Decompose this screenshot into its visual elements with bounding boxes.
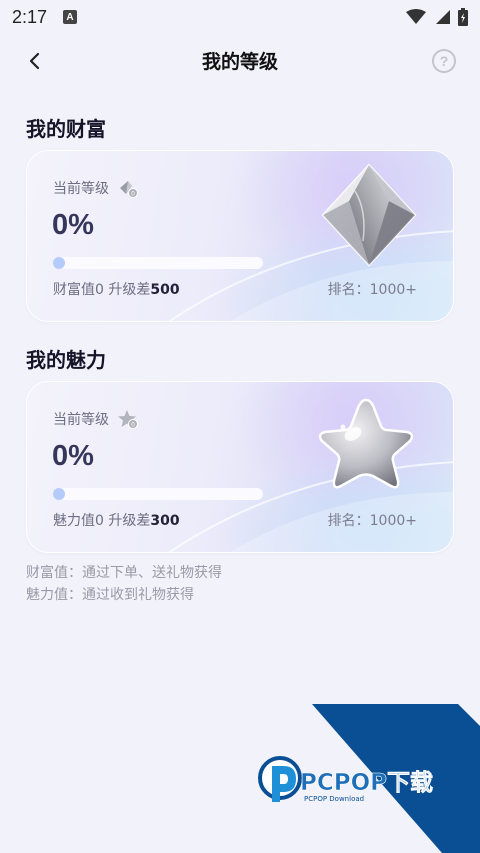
wealth-level-label-text: 当前等级 xyxy=(53,181,109,197)
wealth-diff-prefix: 财富值0 升级差 xyxy=(53,282,151,298)
charm-card: 当前等级 0 0% 魅力值0 升级差300 排名：1000+ xyxy=(26,381,454,553)
value-notes: 财富值：通过下单、送礼物获得 魅力值：通过收到礼物获得 xyxy=(26,562,222,606)
header: 我的等级 ? xyxy=(0,38,480,82)
watermark-sub: PCPOP Download xyxy=(304,795,364,803)
chevron-left-icon xyxy=(29,52,40,70)
charm-progress-bar xyxy=(53,488,263,500)
wealth-rank: 排名：1000+ xyxy=(327,282,417,298)
wealth-upgrade-diff: 财富值0 升级差500 xyxy=(53,279,180,299)
charm-level-badge-icon: 0 xyxy=(118,410,138,429)
charm-note: 魅力值：通过收到礼物获得 xyxy=(26,587,194,603)
charm-diff-prefix: 魅力值0 升级差 xyxy=(53,513,151,529)
pcpop-watermark: PCPOP下载 PCPOP Download xyxy=(258,704,480,853)
wealth-card: 当前等级 0 0% 财富值0 升级差500 排名：1000+ xyxy=(26,150,454,322)
charm-level-label-text: 当前等级 xyxy=(53,412,109,428)
charm-diff-value: 300 xyxy=(150,513,180,529)
battery-icon xyxy=(458,8,468,26)
wealth-level-label: 当前等级 0 xyxy=(53,177,139,199)
signal-icon xyxy=(436,10,450,24)
status-time: 2:17 xyxy=(12,6,48,27)
charm-progress-dot xyxy=(53,488,65,500)
charm-rank: 排名：1000+ xyxy=(327,513,417,529)
wealth-progress-dot xyxy=(53,257,65,269)
silver-star-icon xyxy=(318,398,414,489)
back-button[interactable] xyxy=(20,46,50,76)
charm-section-title: 我的魅力 xyxy=(26,348,106,372)
wealth-level-badge-icon: 0 xyxy=(120,181,138,198)
wealth-percent: 0% xyxy=(52,209,94,241)
charm-percent: 0% xyxy=(52,440,94,472)
svg-text:0: 0 xyxy=(131,422,135,429)
help-icon: ? xyxy=(439,53,449,69)
wifi-icon xyxy=(406,9,426,24)
charm-level-label: 当前等级 0 xyxy=(53,408,139,430)
notification-a-icon: A xyxy=(63,10,78,24)
watermark-brand: PCPOP下载 xyxy=(300,770,433,796)
charm-upgrade-diff: 魅力值0 升级差300 xyxy=(53,510,180,530)
wealth-progress-bar xyxy=(53,257,263,269)
silver-diamond-icon xyxy=(321,163,417,267)
page-title: 我的等级 xyxy=(201,50,278,73)
wealth-note: 财富值：通过下单、送礼物获得 xyxy=(26,565,222,581)
wealth-section-title: 我的财富 xyxy=(26,117,106,141)
status-bar: 2:17 A xyxy=(0,0,480,34)
help-button[interactable]: ? xyxy=(432,49,456,73)
svg-text:0: 0 xyxy=(131,191,135,198)
wealth-diff-value: 500 xyxy=(150,282,180,298)
status-icons xyxy=(406,8,468,26)
